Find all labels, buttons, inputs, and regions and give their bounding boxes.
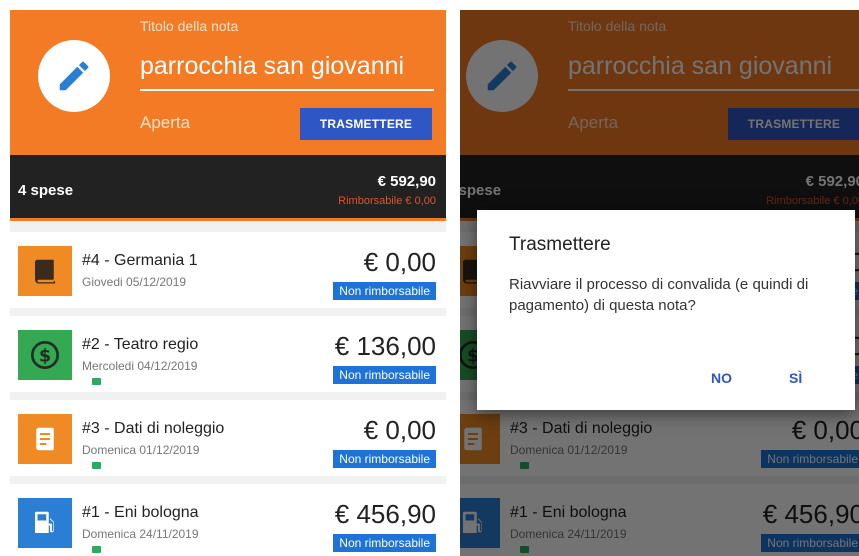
expense-amount: € 136,00 bbox=[334, 331, 436, 361]
note-title-underline bbox=[140, 89, 434, 91]
svg-text:$: $ bbox=[39, 347, 51, 367]
expense-title: #4 - Germania 1 bbox=[82, 252, 198, 269]
expense-row[interactable]: #3 - Dati di noleggio Domenica 01/12/201… bbox=[10, 400, 446, 476]
reimbursable-badge: Non rimborsabile bbox=[333, 450, 436, 468]
screen-with-dialog: Titolo della nota parrocchia san giovann… bbox=[460, 10, 859, 556]
expense-row[interactable]: #4 - Germania 1 Giovedi 05/12/2019 € 0,0… bbox=[10, 232, 446, 308]
expense-row[interactable]: $ #2 - Teatro regio Mercoledi 04/12/2019… bbox=[10, 316, 446, 392]
reimbursable-badge: Non rimborsabile bbox=[333, 366, 436, 384]
dialog-message: Riavviare il processo di convalida (e qu… bbox=[509, 276, 809, 314]
transmit-button[interactable]: TRASMETTERE bbox=[300, 108, 432, 140]
expense-amount: € 0,00 bbox=[363, 247, 436, 277]
note-title-label: Titolo della nota bbox=[140, 18, 239, 34]
edit-note-button[interactable] bbox=[38, 40, 110, 112]
attachment-icon bbox=[92, 546, 101, 553]
note-title-input[interactable]: parrocchia san giovanni bbox=[140, 52, 434, 81]
expense-summary: 4 spese € 592,90 Rimborsabile € 0,00 bbox=[10, 155, 446, 220]
screen-normal: Titolo della nota parrocchia san giovann… bbox=[10, 10, 446, 556]
expense-amount: € 456,90 bbox=[334, 499, 436, 529]
expense-date: Mercoledi 04/12/2019 bbox=[82, 359, 198, 373]
pencil-icon bbox=[59, 61, 89, 91]
attachment-icon bbox=[92, 378, 101, 385]
dialog-title: Trasmettere bbox=[509, 234, 611, 255]
notebook-icon bbox=[18, 414, 72, 464]
reimbursable-total: Rimborsabile € 0,00 bbox=[338, 195, 436, 207]
book-icon bbox=[18, 246, 72, 296]
expense-amount: € 0,00 bbox=[363, 415, 436, 445]
expense-count: 4 spese bbox=[18, 182, 74, 199]
dialog-no-button[interactable]: NO bbox=[711, 370, 732, 386]
expense-title: #1 - Eni bologna bbox=[82, 504, 199, 521]
transmit-dialog: Trasmettere Riavviare il processo di con… bbox=[477, 210, 855, 410]
expense-date: Domenica 24/11/2019 bbox=[82, 527, 199, 541]
attachment-icon bbox=[92, 462, 101, 469]
fuel-pump-icon bbox=[18, 498, 72, 548]
summary-accent-bar bbox=[10, 218, 446, 221]
expense-title: #2 - Teatro regio bbox=[82, 336, 199, 353]
expense-date: Domenica 01/12/2019 bbox=[82, 443, 200, 457]
expense-row[interactable]: #1 - Eni bologna Domenica 24/11/2019 € 4… bbox=[10, 484, 446, 556]
expense-total: € 592,90 bbox=[377, 173, 436, 190]
reimbursable-badge: Non rimborsabile bbox=[333, 534, 436, 552]
reimbursable-badge: Non rimborsabile bbox=[333, 282, 436, 300]
dialog-yes-button[interactable]: SÌ bbox=[789, 370, 802, 386]
note-header: Titolo della nota parrocchia san giovann… bbox=[10, 10, 446, 155]
expense-title: #3 - Dati di noleggio bbox=[82, 420, 225, 437]
note-status: Aperta bbox=[140, 113, 191, 132]
expense-date: Giovedi 05/12/2019 bbox=[82, 275, 187, 289]
expense-note-screen: Titolo della nota parrocchia san giovann… bbox=[10, 10, 446, 556]
dollar-icon: $ bbox=[18, 330, 72, 380]
